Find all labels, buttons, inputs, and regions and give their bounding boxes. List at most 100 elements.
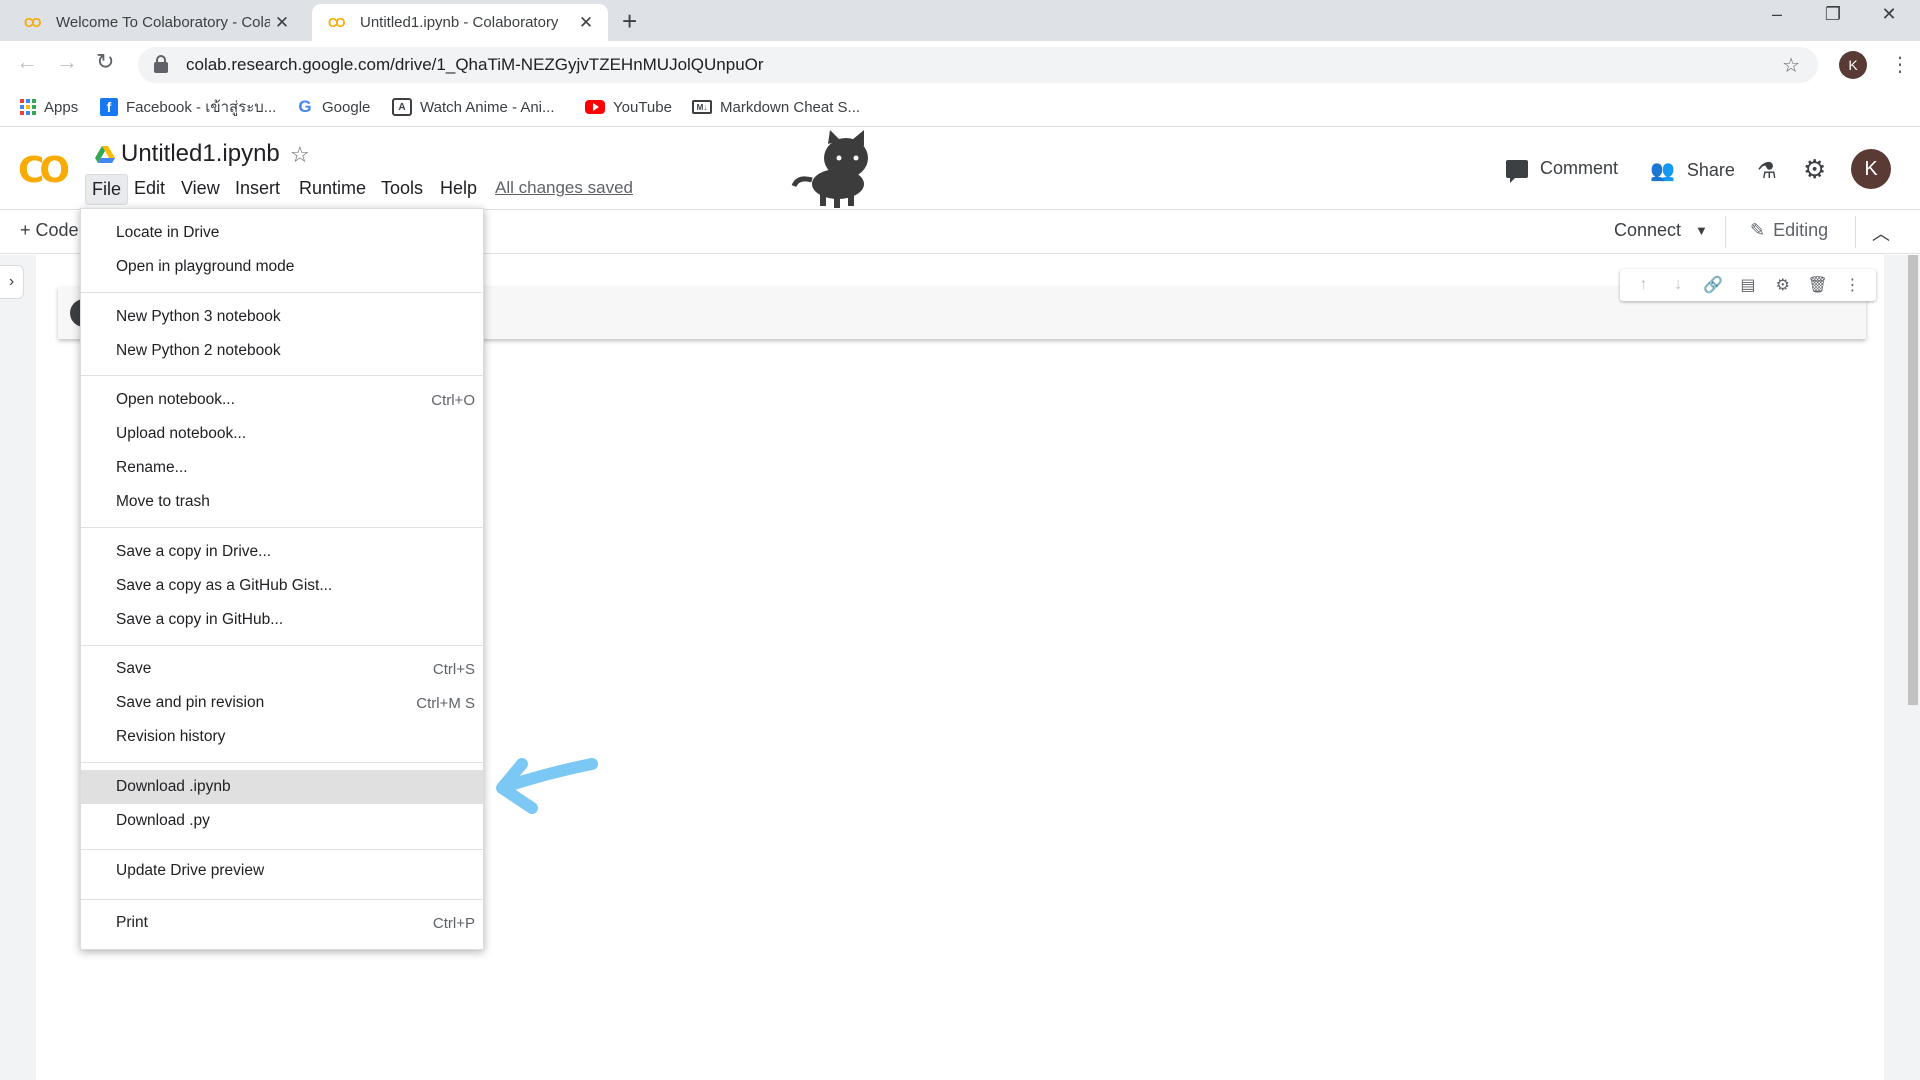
share-button[interactable]: 👥 Share bbox=[1650, 158, 1735, 183]
menu-divider bbox=[81, 645, 483, 646]
link-icon[interactable]: 🔗 bbox=[1701, 275, 1725, 295]
menu-edit[interactable]: Edit bbox=[128, 174, 171, 203]
more-vert-icon[interactable]: ⋮ bbox=[1840, 275, 1864, 295]
cell-settings-icon[interactable]: ⚙ bbox=[1771, 275, 1795, 295]
menu-item-save-copy-drive[interactable]: Save a copy in Drive... bbox=[81, 535, 483, 569]
colab-header: CO Untitled1.ipynb ☆ File Edit View Inse… bbox=[0, 128, 1920, 210]
menu-item-open-playground[interactable]: Open in playground mode bbox=[81, 250, 483, 284]
menu-item-shortcut: Ctrl+M S bbox=[416, 694, 475, 712]
colab-favicon-icon: CO bbox=[328, 15, 346, 30]
tab-welcome[interactable]: CO Welcome To Colaboratory - Colab ✕ bbox=[8, 4, 304, 41]
comment-button[interactable]: Comment bbox=[1506, 158, 1618, 183]
menu-item-label: Revision history bbox=[116, 728, 226, 745]
restore-button[interactable]: ❐ bbox=[1810, 4, 1856, 25]
back-icon[interactable]: ← bbox=[16, 49, 38, 75]
menu-tools[interactable]: Tools bbox=[375, 174, 429, 203]
bookmark-google[interactable]: G Google bbox=[296, 95, 370, 119]
menu-file[interactable]: File bbox=[85, 174, 129, 205]
menu-item-save[interactable]: Save Ctrl+S bbox=[81, 652, 483, 686]
browser-profile-avatar[interactable]: K bbox=[1839, 51, 1867, 79]
menu-item-save-pin-revision[interactable]: Save and pin revision Ctrl+M S bbox=[81, 686, 483, 720]
toolbar-divider bbox=[1855, 216, 1856, 248]
menu-item-new-python3[interactable]: New Python 3 notebook bbox=[81, 300, 483, 334]
menu-view[interactable]: View bbox=[175, 174, 226, 203]
bookmark-apps[interactable]: Apps bbox=[20, 95, 78, 119]
pencil-icon: ✎ bbox=[1750, 220, 1766, 240]
address-bar[interactable]: colab.research.google.com/drive/1_QhaTiM… bbox=[138, 47, 1818, 83]
close-icon[interactable]: ✕ bbox=[270, 13, 294, 33]
close-icon[interactable]: ✕ bbox=[574, 13, 598, 33]
menu-runtime[interactable]: Runtime bbox=[293, 174, 372, 203]
add-code-button[interactable]: + Code bbox=[20, 220, 79, 241]
bookmark-label: YouTube bbox=[613, 98, 672, 116]
bookmark-label: Facebook - เข้าสู่ระบ... bbox=[126, 99, 277, 116]
menu-item-label: New Python 2 notebook bbox=[116, 342, 281, 359]
menu-help[interactable]: Help bbox=[434, 174, 483, 203]
comment-cell-icon[interactable]: ▤ bbox=[1736, 275, 1760, 295]
collapse-header-icon[interactable]: ︿ bbox=[1872, 220, 1890, 246]
anime-icon: A bbox=[392, 98, 412, 116]
browser-tabstrip: CO Welcome To Colaboratory - Colab ✕ CO … bbox=[0, 0, 1920, 41]
colab-favicon-icon: CO bbox=[24, 15, 42, 30]
editing-label: Editing bbox=[1773, 220, 1829, 240]
bookmark-facebook[interactable]: f Facebook - เข้าสู่ระบ... bbox=[100, 95, 276, 119]
menu-item-locate-in-drive[interactable]: Locate in Drive bbox=[81, 216, 483, 250]
sidebar-expand-icon[interactable]: › bbox=[0, 265, 24, 299]
menu-item-download-ipynb[interactable]: Download .ipynb bbox=[81, 770, 483, 804]
caret-down-icon[interactable]: ▼ bbox=[1695, 223, 1708, 238]
menu-item-label: Open notebook... bbox=[116, 391, 235, 408]
bookmark-youtube[interactable]: YouTube bbox=[585, 95, 672, 119]
menu-item-label: Save a copy in GitHub... bbox=[116, 611, 284, 628]
menu-insert[interactable]: Insert bbox=[229, 174, 286, 203]
save-status-link[interactable]: All changes saved bbox=[495, 178, 633, 198]
menu-item-label: Upload notebook... bbox=[116, 425, 247, 442]
menu-item-move-to-trash[interactable]: Move to trash bbox=[81, 485, 483, 519]
url-text: colab.research.google.com/drive/1_QhaTiM… bbox=[186, 55, 764, 74]
editing-mode-button[interactable]: ✎ Editing bbox=[1750, 220, 1828, 241]
menu-item-label: Save a copy as a GitHub Gist... bbox=[116, 577, 333, 594]
menu-item-label: Update Drive preview bbox=[116, 862, 265, 879]
menu-item-save-copy-gist[interactable]: Save a copy as a GitHub Gist... bbox=[81, 569, 483, 603]
annotation-arrow-icon bbox=[496, 758, 598, 814]
menu-divider bbox=[81, 375, 483, 376]
settings-gear-icon[interactable]: ⚙ bbox=[1803, 154, 1826, 185]
menu-item-update-drive-preview[interactable]: Update Drive preview bbox=[81, 854, 483, 888]
file-menu-dropdown: Locate in Drive Open in playground mode … bbox=[80, 208, 484, 950]
bookmark-markdown[interactable]: M↓ Markdown Cheat S... bbox=[692, 95, 860, 119]
scrollbar[interactable] bbox=[1906, 255, 1920, 1080]
move-up-icon[interactable]: ↑ bbox=[1631, 276, 1655, 294]
google-drive-icon[interactable] bbox=[95, 146, 115, 164]
minimize-button[interactable]: – bbox=[1754, 4, 1800, 25]
account-avatar[interactable]: K bbox=[1851, 149, 1891, 189]
new-tab-button[interactable]: + bbox=[622, 6, 637, 37]
star-icon[interactable]: ☆ bbox=[290, 142, 310, 168]
menu-item-label: Open in playground mode bbox=[116, 258, 295, 275]
menu-item-open-notebook[interactable]: Open notebook... Ctrl+O bbox=[81, 383, 483, 417]
menu-item-shortcut: Ctrl+P bbox=[432, 914, 475, 932]
colab-logo[interactable]: CO bbox=[18, 150, 70, 191]
menu-item-save-copy-github[interactable]: Save a copy in GitHub... bbox=[81, 603, 483, 637]
menu-item-print[interactable]: Print Ctrl+P bbox=[81, 906, 483, 940]
menu-item-upload-notebook[interactable]: Upload notebook... bbox=[81, 417, 483, 451]
window-close-button[interactable]: ✕ bbox=[1866, 4, 1912, 25]
trash-icon[interactable]: 🗑 bbox=[1806, 275, 1830, 295]
bookmark-label: Apps bbox=[44, 98, 79, 116]
browser-menu-icon[interactable]: ⋮ bbox=[1890, 52, 1910, 77]
flask-icon[interactable]: ⚗ bbox=[1757, 158, 1777, 184]
notebook-title[interactable]: Untitled1.ipynb bbox=[121, 140, 280, 168]
forward-icon[interactable]: → bbox=[56, 49, 78, 75]
bookmark-anime[interactable]: A Watch Anime - Ani... bbox=[392, 95, 555, 119]
menu-item-rename[interactable]: Rename... bbox=[81, 451, 483, 485]
menu-item-revision-history[interactable]: Revision history bbox=[81, 720, 483, 754]
connect-button[interactable]: Connect bbox=[1614, 220, 1681, 241]
tab-untitled1[interactable]: CO Untitled1.ipynb - Colaboratory ✕ bbox=[312, 4, 608, 41]
move-down-icon[interactable]: ↓ bbox=[1666, 276, 1690, 294]
menu-divider bbox=[81, 292, 483, 293]
tab-title: Untitled1.ipynb - Colaboratory bbox=[360, 14, 559, 31]
reload-icon[interactable]: ↻ bbox=[96, 49, 114, 75]
menu-item-new-python2[interactable]: New Python 2 notebook bbox=[81, 334, 483, 368]
menu-item-label: Download .py bbox=[116, 812, 210, 829]
menu-item-download-py[interactable]: Download .py bbox=[81, 804, 483, 838]
scrollbar-thumb[interactable] bbox=[1908, 255, 1918, 705]
bookmark-star-icon[interactable]: ☆ bbox=[1782, 53, 1800, 78]
